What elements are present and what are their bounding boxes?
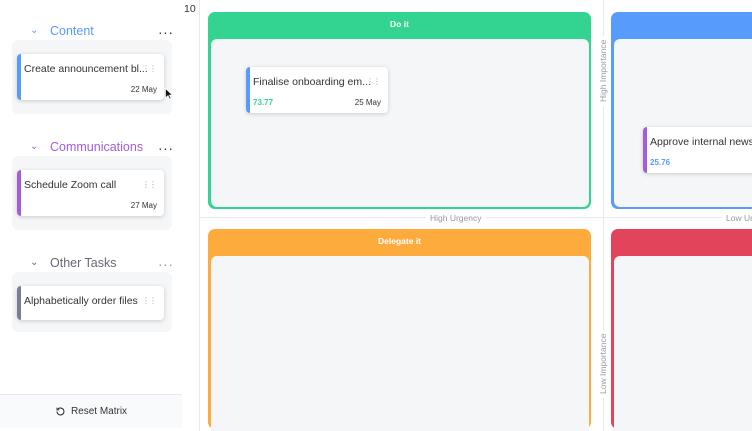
low-importance-label: Low Importance	[598, 329, 608, 398]
matrix-count: 10	[184, 3, 196, 15]
sidebar-divider	[199, 0, 200, 431]
group-menu-icon[interactable]: ···	[158, 25, 174, 39]
group-header-other-tasks[interactable]: ⌄ Other Tasks	[30, 254, 116, 272]
card-date: 22 May	[130, 85, 157, 94]
drag-handle-icon[interactable]: ⋮⋮	[142, 297, 157, 305]
group-name: Content	[50, 24, 94, 38]
group-name: Other Tasks	[50, 256, 117, 270]
card-date: 25 May	[354, 98, 381, 107]
card-color-bar	[246, 67, 250, 113]
drag-handle-icon[interactable]: ⋮⋮	[142, 65, 157, 73]
task-card[interactable]: Alphabetically order files ⋮⋮	[17, 286, 164, 320]
group-name: Communications	[50, 140, 144, 154]
card-title: Schedule Zoom call	[24, 179, 117, 191]
drag-handle-icon[interactable]: ⋮⋮	[366, 78, 381, 86]
card-score: 73.77	[253, 98, 274, 107]
card-color-bar	[17, 54, 21, 100]
group-menu-icon[interactable]: ···	[158, 257, 174, 271]
quadrant-drop-area[interactable]	[614, 39, 752, 207]
task-sidebar: ⌄ Content ··· Create announcement bl... …	[0, 0, 182, 431]
task-card[interactable]: Schedule Zoom call ⋮⋮ 27 May	[17, 170, 164, 216]
group-box-communications: Schedule Zoom call ⋮⋮ 27 May	[12, 156, 172, 230]
reset-label: Reset Matrix	[70, 406, 128, 417]
card-color-bar	[17, 286, 21, 320]
quadrant-drop-area[interactable]	[211, 39, 589, 207]
group-header-content[interactable]: ⌄ Content	[30, 22, 94, 40]
quadrant-title: Do it	[390, 19, 409, 29]
card-color-bar	[643, 127, 647, 173]
chevron-down-icon: ⌄	[30, 24, 39, 36]
matrix-task-card[interactable]: Approve internal newsl 25.76	[643, 127, 752, 173]
card-score: 25.76	[650, 158, 671, 167]
card-date: 27 May	[130, 201, 157, 210]
low-urgency-label: Low Ur	[722, 213, 752, 223]
quadrant-drop-area[interactable]	[211, 256, 589, 431]
high-urgency-label: High Urgency	[426, 213, 486, 223]
quadrant-title: Delegate it	[378, 236, 421, 246]
group-box-other-tasks: Alphabetically order files ⋮⋮	[12, 272, 172, 332]
card-color-bar	[17, 170, 21, 216]
quadrant-delegate-it: Delegate it	[208, 229, 591, 431]
chevron-down-icon: ⌄	[30, 256, 39, 268]
group-box-content: Create announcement bl... ⋮⋮ 22 May	[12, 40, 172, 114]
reset-matrix-button[interactable]: Reset Matrix	[0, 394, 182, 428]
high-importance-label: High Importance	[598, 35, 608, 106]
quadrant-drop-area[interactable]	[614, 256, 752, 431]
chevron-down-icon: ⌄	[30, 140, 39, 152]
card-title: Approve internal newsl	[650, 136, 752, 148]
app-root: ⌄ Content ··· Create announcement bl... …	[0, 0, 752, 431]
card-title: Alphabetically order files	[24, 295, 138, 307]
quadrant-eliminate	[611, 229, 752, 431]
drag-handle-icon[interactable]: ⋮⋮	[142, 181, 157, 189]
quadrant-schedule	[611, 12, 752, 209]
card-title: Finalise onboarding em...	[253, 76, 371, 88]
task-card[interactable]: Create announcement bl... ⋮⋮ 22 May	[17, 54, 164, 100]
group-header-communications[interactable]: ⌄ Communications	[30, 138, 143, 156]
group-menu-icon[interactable]: ···	[158, 141, 174, 155]
mouse-cursor-icon	[165, 88, 173, 100]
card-title: Create announcement bl...	[24, 63, 148, 75]
matrix-task-card[interactable]: Finalise onboarding em... ⋮⋮ 73.77 25 Ma…	[246, 67, 388, 113]
reset-icon	[56, 407, 65, 416]
